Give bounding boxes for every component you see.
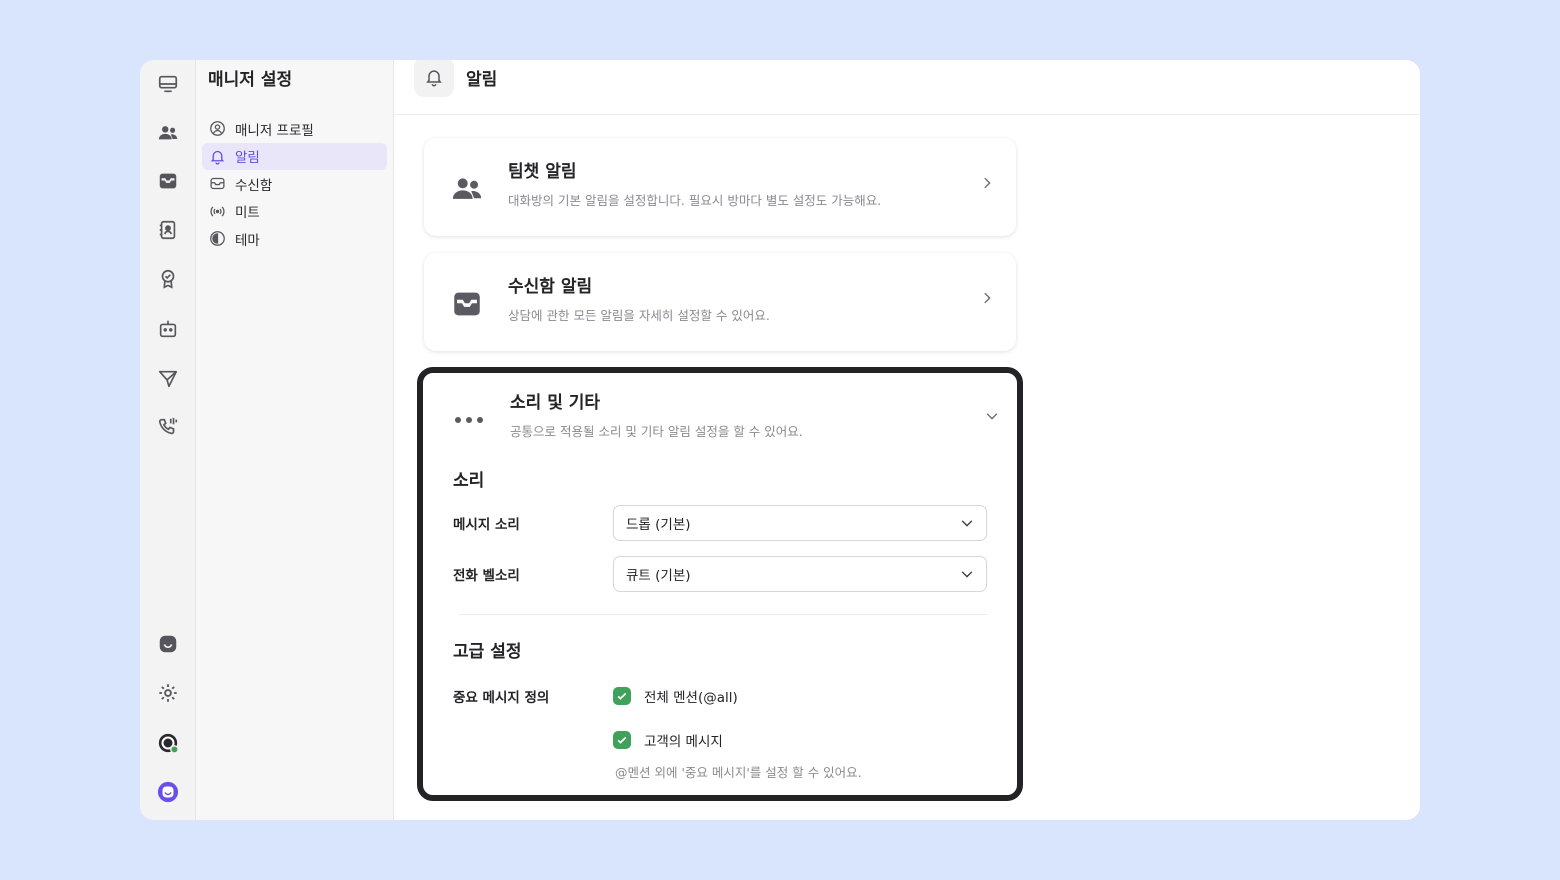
inbox-card-header[interactable]: 수신함 알림 상담에 관한 모든 알림을 자세히 설정할 수 있어요. (424, 253, 1016, 324)
customer-message-checkbox[interactable]: 고객의 메시지 (613, 730, 723, 750)
card-description: 대화방의 기본 알림을 설정합니다. 필요시 방마다 별도 설정도 가능해요. (508, 193, 882, 208)
card-title: 수신함 알림 (508, 277, 593, 297)
sidebar-item-label: 테마 (235, 232, 260, 249)
inbox-icon[interactable] (152, 165, 184, 197)
bot-icon[interactable] (152, 313, 184, 345)
icon-rail (140, 60, 196, 820)
sidebar-item-theme[interactable]: 테마 (202, 225, 387, 252)
checkbox-label: 고객의 메시지 (644, 734, 723, 750)
page-title: 알림 (466, 69, 498, 90)
message-sound-row: 메시지 소리 드롭 (기본) (423, 505, 1017, 541)
checkmark-icon (613, 687, 631, 705)
message-sound-label: 메시지 소리 (453, 517, 520, 533)
contrast-icon (208, 230, 226, 248)
more-dots-icon (452, 403, 486, 437)
advanced-section-title: 고급 설정 (453, 642, 522, 662)
profile-status-icon[interactable] (152, 727, 184, 759)
ringtone-select[interactable]: 큐트 (기본) (613, 556, 987, 592)
inbox-icon (450, 287, 484, 321)
sound-card-header[interactable]: 소리 및 기타 공통으로 적용될 소리 및 기타 알림 설정을 할 수 있어요. (423, 373, 1017, 440)
chevron-down-icon (961, 520, 973, 527)
send-icon[interactable] (152, 363, 184, 395)
chevron-down-icon (961, 571, 973, 578)
ringtone-label: 전화 벨소리 (453, 568, 520, 584)
sidebar-item-label: 미트 (235, 205, 260, 221)
inbox-notification-card[interactable]: 수신함 알림 상담에 관한 모든 알림을 자세히 설정할 수 있어요. (424, 253, 1016, 351)
team-icon[interactable] (152, 117, 184, 149)
sound-section-title: 소리 (453, 471, 485, 491)
chevron-right-icon (984, 292, 991, 304)
sidebar-title: 매니저 설정 (208, 70, 293, 90)
sidebar-item-label: 수신함 (235, 177, 273, 194)
bell-icon (414, 60, 454, 97)
phone-icon[interactable] (152, 411, 184, 443)
customer-message-row: 고객의 메시지 (423, 730, 1017, 750)
card-description: 상담에 관한 모든 알림을 자세히 설정할 수 있어요. (508, 308, 770, 323)
page-header: 알림 (394, 60, 1420, 115)
checkbox-label: 전체 멘션(@all) (644, 690, 738, 706)
chevron-right-icon (984, 177, 991, 189)
select-value: 큐트 (기본) (626, 568, 691, 584)
sidebar-item-label: 매니저 프로필 (235, 122, 314, 139)
select-value: 드롭 (기본) (626, 517, 691, 533)
gear-icon[interactable] (152, 677, 184, 709)
message-sound-select[interactable]: 드롭 (기본) (613, 505, 987, 541)
app-window: 매니저 설정 매니저 프로필 알림 수신함 미트 테마 알림 팀챗 알림 대화방… (140, 60, 1420, 820)
channel-icon[interactable] (152, 628, 184, 660)
important-message-label: 중요 메시지 정의 (453, 690, 550, 706)
teamchat-notification-card[interactable]: 팀챗 알림 대화방의 기본 알림을 설정합니다. 필요시 방마다 별도 설정도 … (424, 138, 1016, 236)
sidebar-item-profile[interactable]: 매니저 프로필 (202, 115, 387, 142)
hint-row: @멘션 외에 '중요 메시지'를 설정 할 수 있어요. (423, 762, 1017, 781)
sidebar-item-label: 알림 (235, 150, 260, 166)
broadcast-icon (208, 202, 226, 220)
mention-all-checkbox[interactable]: 전체 멘션(@all) (613, 686, 738, 706)
user-circle-icon (208, 120, 226, 138)
sound-etc-card: 소리 및 기타 공통으로 적용될 소리 및 기타 알림 설정을 할 수 있어요.… (417, 367, 1023, 801)
important-message-row: 중요 메시지 정의 전체 멘션(@all) (423, 686, 1017, 706)
inbox-icon (208, 175, 226, 193)
ringtone-row: 전화 벨소리 큐트 (기본) (423, 556, 1017, 592)
badge-icon[interactable] (152, 263, 184, 295)
card-title: 소리 및 기타 (510, 393, 601, 413)
sidebar-item-inbox[interactable]: 수신함 (202, 170, 387, 197)
settings-sidebar: 매니저 설정 매니저 프로필 알림 수신함 미트 테마 (196, 60, 394, 820)
monitor-icon[interactable] (152, 68, 184, 100)
important-message-hint: @멘션 외에 '중요 메시지'를 설정 할 수 있어요. (615, 765, 862, 780)
checkmark-icon (613, 731, 631, 749)
main-content: 알림 팀챗 알림 대화방의 기본 알림을 설정합니다. 필요시 방마다 별도 설… (394, 60, 1420, 820)
team-icon (450, 172, 484, 206)
card-description: 공통으로 적용될 소리 및 기타 알림 설정을 할 수 있어요. (510, 424, 803, 439)
app-logo-icon[interactable] (152, 776, 184, 808)
bell-icon (208, 147, 226, 165)
chevron-down-icon (986, 413, 998, 420)
sidebar-item-meet[interactable]: 미트 (202, 198, 387, 225)
card-title: 팀챗 알림 (508, 162, 577, 182)
teamchat-card-header[interactable]: 팀챗 알림 대화방의 기본 알림을 설정합니다. 필요시 방마다 별도 설정도 … (424, 138, 1016, 209)
contacts-icon[interactable] (152, 214, 184, 246)
sidebar-item-notifications[interactable]: 알림 (202, 142, 387, 170)
section-divider (459, 614, 987, 615)
